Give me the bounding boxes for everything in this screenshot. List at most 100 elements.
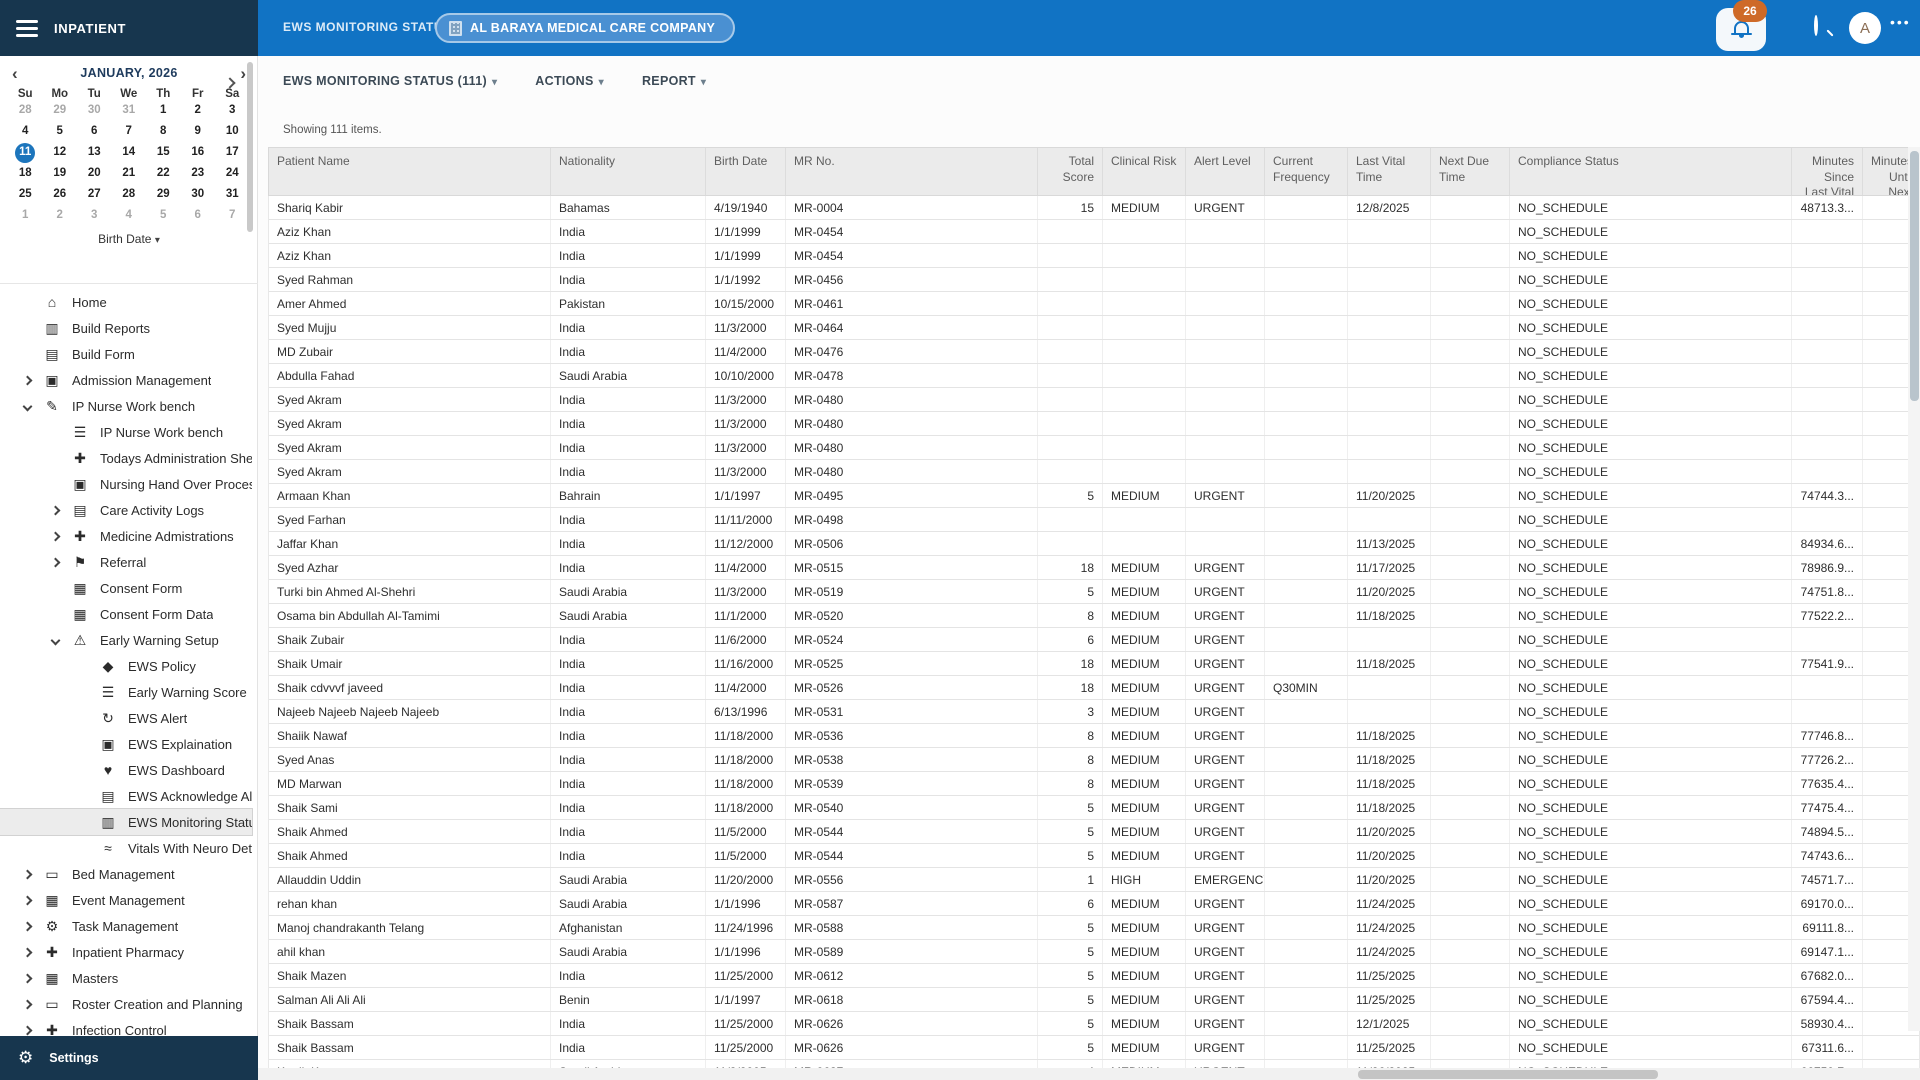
settings-bar[interactable]: ⚙ Settings — [0, 1036, 258, 1080]
sidebar-item-todays-administration-she[interactable]: ✚Todays Administration She — [0, 445, 252, 471]
avatar[interactable]: A — [1849, 12, 1881, 44]
table-row[interactable]: Shaik ZubairIndia11/6/2000MR-05246MEDIUM… — [269, 628, 1919, 652]
sidebar-item-home[interactable]: ⌂Home — [0, 289, 252, 315]
table-row[interactable]: Abdulla FahadSaudi Arabia10/10/2000MR-04… — [269, 364, 1919, 388]
sidebar-item-nursing-hand-over-proces[interactable]: ▣Nursing Hand Over Proces — [0, 471, 252, 497]
sidebar-scrollbar[interactable] — [247, 62, 253, 232]
calendar-day[interactable]: 27 — [77, 184, 112, 205]
sidebar-item-care-activity-logs[interactable]: ▤Care Activity Logs — [0, 497, 252, 523]
table-row[interactable]: Manoj chandrakanth TelangAfghanistan11/2… — [269, 916, 1919, 940]
sidebar-item-event-management[interactable]: ▦Event Management — [0, 887, 252, 913]
table-row[interactable]: Syed AkramIndia11/3/2000MR-0480NO_SCHEDU… — [269, 388, 1919, 412]
sidebar-item-ip-nurse-work-bench[interactable]: ✎IP Nurse Work bench — [0, 393, 252, 419]
sidebar-item-admission-management[interactable]: ▣Admission Management — [0, 367, 252, 393]
column-header-minutes-since-last-vital[interactable]: Minutes Since Last Vital — [1792, 148, 1863, 195]
sidebar-item-early-warning-score[interactable]: ☰Early Warning Score — [0, 679, 252, 705]
column-header-compliance-status[interactable]: Compliance Status — [1510, 148, 1792, 195]
calendar-day[interactable]: 31 — [215, 184, 250, 205]
column-header-nationality[interactable]: Nationality — [551, 148, 706, 195]
column-header-birth-date[interactable]: Birth Date — [706, 148, 786, 195]
calendar-day[interactable]: 5 — [43, 121, 78, 142]
horizontal-scrollbar[interactable] — [258, 1068, 1920, 1080]
sidebar-item-ews-dashboard[interactable]: ♥EWS Dashboard — [0, 757, 252, 783]
calendar-day[interactable]: 16 — [181, 142, 216, 163]
actions-dropdown[interactable]: ACTIONS▾ — [535, 74, 604, 88]
calendar-day[interactable]: 30 — [181, 184, 216, 205]
sidebar-item-ews-monitoring-statu[interactable]: ▥EWS Monitoring Statu — [0, 809, 252, 835]
sidebar-item-early-warning-setup[interactable]: ⚠Early Warning Setup — [0, 627, 252, 653]
sidebar-item-ews-alert[interactable]: ↻EWS Alert — [0, 705, 252, 731]
table-row[interactable]: Syed AkramIndia11/3/2000MR-0480NO_SCHEDU… — [269, 460, 1919, 484]
calendar-day[interactable]: 19 — [43, 163, 78, 184]
calendar-day[interactable]: 9 — [181, 121, 216, 142]
column-header-mr-no-[interactable]: MR No. — [786, 148, 1038, 195]
sidebar-item-vitals-with-neuro-det[interactable]: ≈Vitals With Neuro Det — [0, 835, 252, 861]
table-row[interactable]: Aziz KhanIndia1/1/1999MR-0454NO_SCHEDULE — [269, 220, 1919, 244]
vertical-scrollbar[interactable] — [1908, 147, 1920, 1031]
table-row[interactable]: MD ZubairIndia11/4/2000MR-0476NO_SCHEDUL… — [269, 340, 1919, 364]
calendar-day[interactable]: 7 — [215, 205, 250, 226]
calendar-next-icon[interactable]: › — [240, 65, 246, 82]
chevron-right-icon[interactable] — [22, 869, 32, 879]
report-dropdown[interactable]: REPORT▾ — [642, 74, 706, 88]
calendar-day[interactable]: 29 — [146, 184, 181, 205]
sidebar-item-roster-creation-and-planning[interactable]: ▭Roster Creation and Planning — [0, 991, 252, 1017]
calendar-day[interactable]: 24 — [215, 163, 250, 184]
calendar-day[interactable]: 20 — [77, 163, 112, 184]
table-row[interactable]: Armaan KhanBahrain1/1/1997MR-04955MEDIUM… — [269, 484, 1919, 508]
calendar-day[interactable]: 2 — [43, 205, 78, 226]
column-header-last-vital-time[interactable]: Last Vital Time — [1348, 148, 1431, 195]
chevron-right-icon[interactable] — [50, 557, 60, 567]
table-row[interactable]: ahil khanSaudi Arabia1/1/1996MR-05895MED… — [269, 940, 1919, 964]
calendar-footer-dropdown[interactable]: Birth Date ▾ — [0, 232, 258, 246]
table-row[interactable]: Syed AnasIndia11/18/2000MR-05388MEDIUMUR… — [269, 748, 1919, 772]
sidebar-item-ews-explaination[interactable]: ▣EWS Explaination — [0, 731, 252, 757]
table-row[interactable]: Shaik SamiIndia11/18/2000MR-05405MEDIUMU… — [269, 796, 1919, 820]
calendar-day[interactable]: 5 — [146, 205, 181, 226]
table-row[interactable]: Shaik cdvvvf javeedIndia11/4/2000MR-0526… — [269, 676, 1919, 700]
calendar-day[interactable]: 17 — [215, 142, 250, 163]
calendar-day[interactable]: 3 — [77, 205, 112, 226]
column-header-patient-name[interactable]: Patient Name — [269, 148, 551, 195]
sidebar-item-masters[interactable]: ▦Masters — [0, 965, 252, 991]
chevron-down-icon[interactable] — [50, 635, 60, 645]
sidebar-item-referral[interactable]: ⚑Referral — [0, 549, 252, 575]
calendar-day[interactable]: 6 — [181, 205, 216, 226]
table-row[interactable]: Shaik AhmedIndia11/5/2000MR-05445MEDIUMU… — [269, 820, 1919, 844]
calendar-day[interactable]: 31 — [112, 100, 147, 121]
chevron-right-icon[interactable] — [22, 895, 32, 905]
chevron-right-icon[interactable] — [22, 921, 32, 931]
calendar-day[interactable]: 25 — [8, 184, 43, 205]
calendar-day[interactable]: 7 — [112, 121, 147, 142]
table-row[interactable]: Turki bin Ahmed Al-ShehriSaudi Arabia11/… — [269, 580, 1919, 604]
table-row[interactable]: Salman Ali Ali AliBenin1/1/1997MR-06185M… — [269, 988, 1919, 1012]
table-row[interactable]: Syed MujjuIndia11/3/2000MR-0464NO_SCHEDU… — [269, 316, 1919, 340]
calendar-day[interactable]: 8 — [146, 121, 181, 142]
hamburger-menu-icon[interactable] — [16, 16, 38, 41]
column-header-next-due-time[interactable]: Next Due Time — [1431, 148, 1510, 195]
table-row[interactable]: Shaik BassamIndia11/25/2000MR-06265MEDIU… — [269, 1036, 1919, 1060]
chevron-right-icon[interactable] — [50, 505, 60, 515]
calendar-prev-icon[interactable]: ‹ — [12, 65, 18, 82]
table-row[interactable]: Jaffar KhanIndia11/12/2000MR-050611/13/2… — [269, 532, 1919, 556]
chevron-right-icon[interactable] — [22, 1025, 32, 1035]
calendar-day[interactable]: 21 — [112, 163, 147, 184]
calendar-day[interactable]: 29 — [43, 100, 78, 121]
table-row[interactable]: Kartik KumarSaudi Arabia11/3/2005MR-0637… — [269, 1060, 1919, 1068]
calendar-day[interactable]: 22 — [146, 163, 181, 184]
chevron-right-icon[interactable] — [22, 947, 32, 957]
sidebar-item-build-reports[interactable]: ▥Build Reports — [0, 315, 252, 341]
sidebar-item-consent-form[interactable]: ▦Consent Form — [0, 575, 252, 601]
calendar-day[interactable]: 4 — [8, 121, 43, 142]
chevron-right-icon[interactable] — [22, 999, 32, 1009]
table-row[interactable]: rehan khanSaudi Arabia1/1/1996MR-05876ME… — [269, 892, 1919, 916]
calendar-day[interactable]: 18 — [8, 163, 43, 184]
panel-collapse-chevron[interactable] — [226, 74, 234, 92]
search-icon[interactable] — [1814, 17, 1836, 39]
sidebar-item-task-management[interactable]: ⚙Task Management — [0, 913, 252, 939]
table-row[interactable]: Shaik MazenIndia11/25/2000MR-06125MEDIUM… — [269, 964, 1919, 988]
calendar-day[interactable]: 13 — [77, 142, 112, 163]
calendar-day[interactable]: 6 — [77, 121, 112, 142]
table-row[interactable]: Syed AzharIndia11/4/2000MR-051518MEDIUMU… — [269, 556, 1919, 580]
sidebar-item-ip-nurse-work-bench[interactable]: ☰IP Nurse Work bench — [0, 419, 252, 445]
